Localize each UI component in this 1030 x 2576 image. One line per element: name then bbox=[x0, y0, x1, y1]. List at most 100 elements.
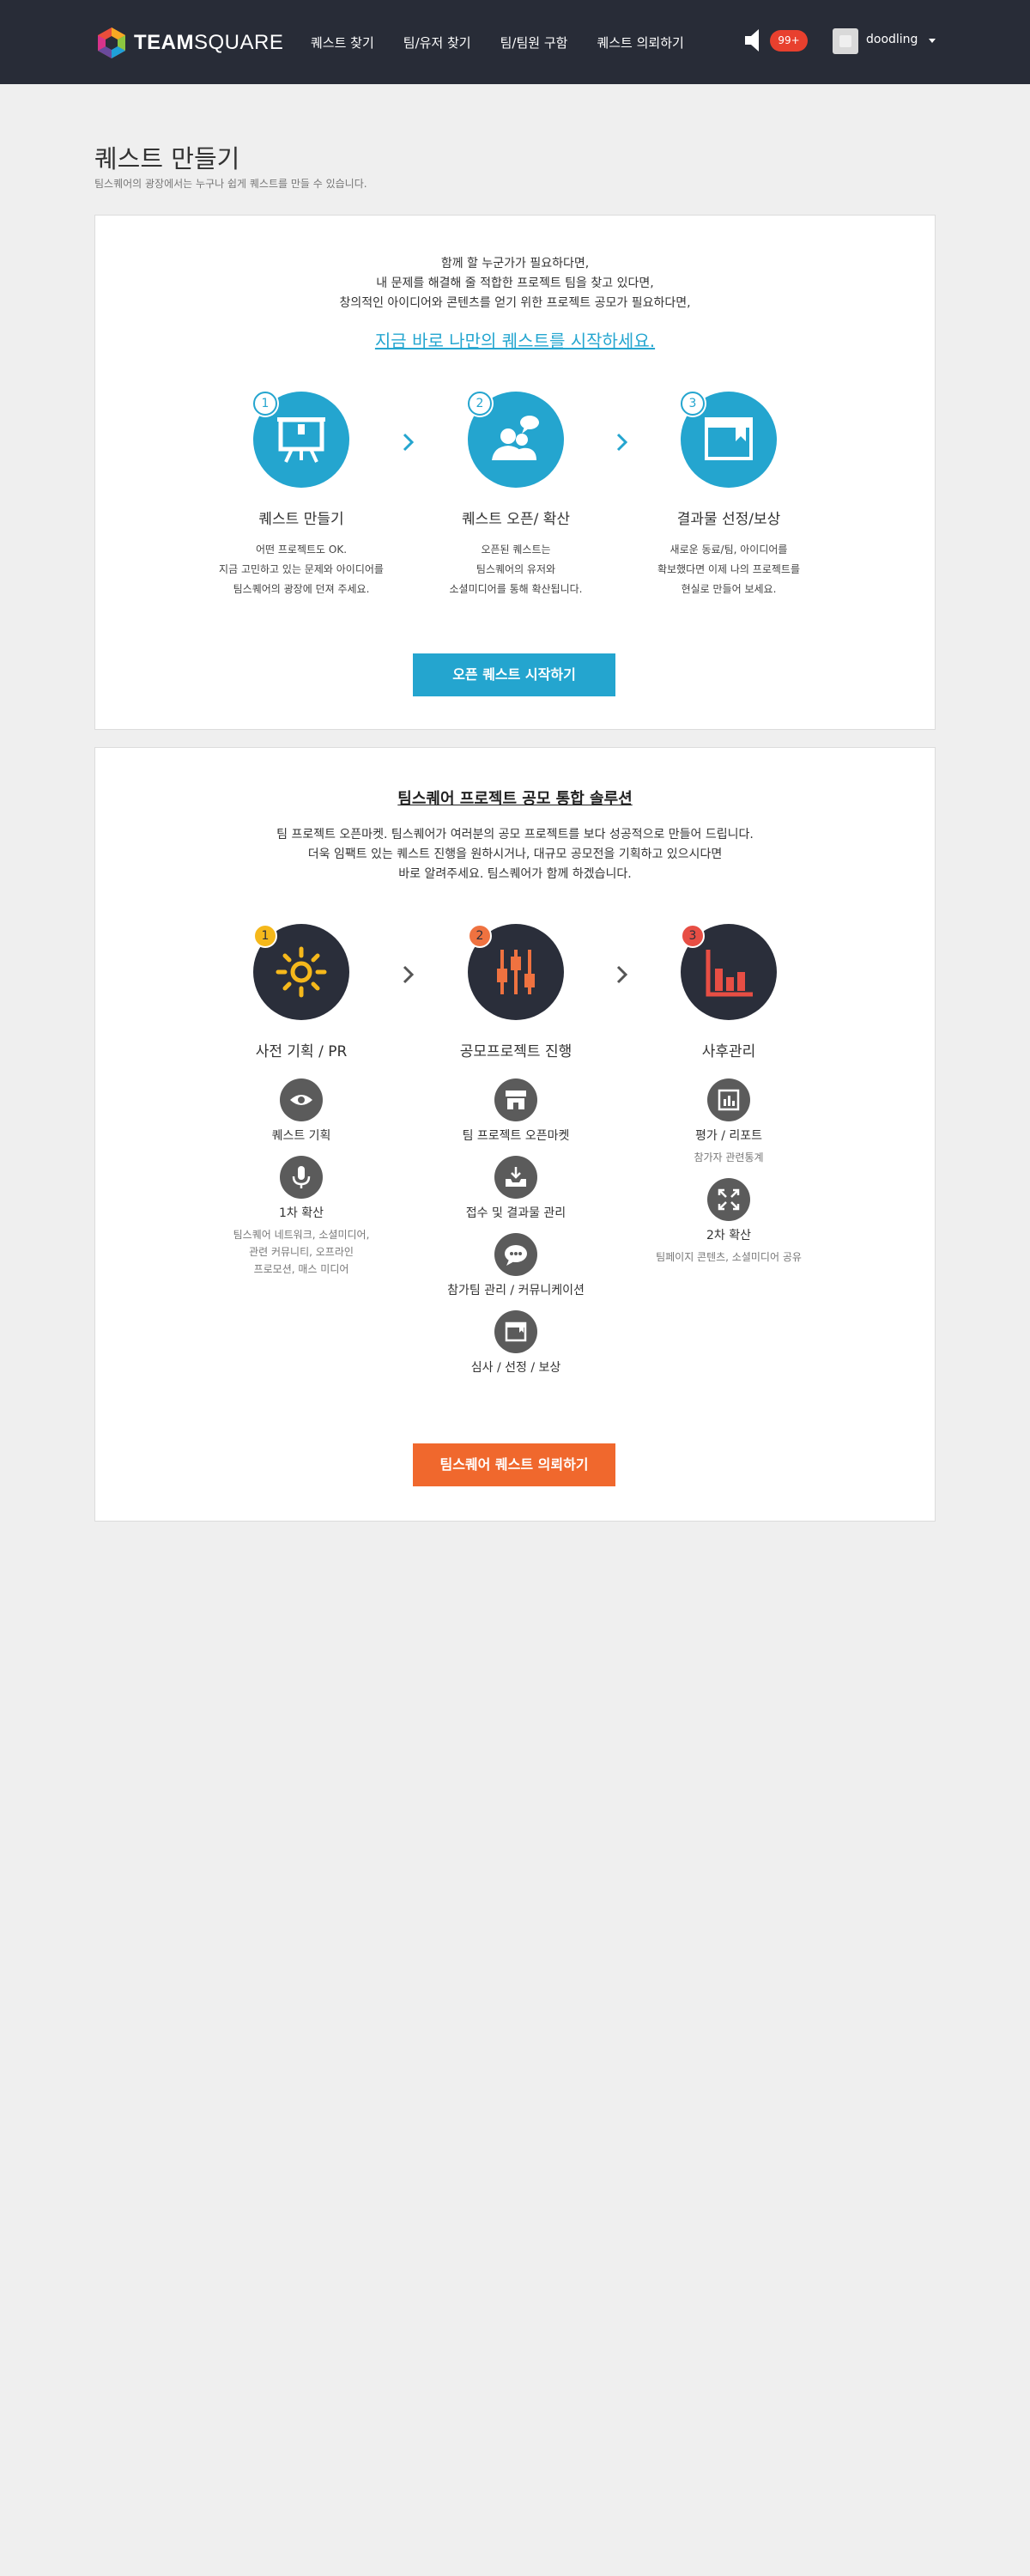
step-description-line: 팀스퀘어의 유저와 bbox=[476, 563, 556, 575]
logo-mark-icon bbox=[98, 27, 125, 58]
item-description: 팀스퀘어 네트워크, 소셜미디어, 관련 커뮤니티, 오프라인 프로모션, 매스… bbox=[190, 1226, 413, 1278]
eye-icon bbox=[290, 1095, 312, 1105]
quest-intro-card: 함께 할 누군가가 필요하다면, 내 문제를 해결해 줄 적합한 프로젝트 팀을… bbox=[94, 215, 936, 730]
intro-line: 창의적인 아이디어와 콘텐츠를 얻기 위한 프로젝트 공모가 필요하다면, bbox=[339, 296, 691, 310]
list-item: 1차 확산 팀스퀘어 네트워크, 소셜미디어, 관련 커뮤니티, 오프라인 프로… bbox=[190, 1156, 413, 1278]
item-label: 퀘스트 기획 bbox=[271, 1129, 331, 1143]
intro-text: 함께 할 누군가가 필요하다면, 내 문제를 해결해 줄 적합한 프로젝트 팀을… bbox=[95, 254, 935, 313]
step-number: 2 bbox=[468, 924, 492, 948]
nav-find-quest[interactable]: 퀘스트 찾기 bbox=[311, 33, 374, 52]
request-quest-button[interactable]: 팀스퀘어 퀘스트 의뢰하기 bbox=[413, 1443, 615, 1486]
speaker-icon[interactable] bbox=[745, 28, 764, 52]
item-description: 참가자 관련통계 bbox=[617, 1149, 840, 1166]
step-description-line: 새로운 동료/팀, 아이디어를 bbox=[670, 544, 788, 556]
step-circle: 2 bbox=[468, 392, 564, 488]
step-title: 사전 기획 / PR bbox=[255, 1043, 348, 1060]
store-icon bbox=[506, 1091, 526, 1109]
nav-request-quest[interactable]: 퀘스트 의뢰하기 bbox=[597, 33, 683, 52]
intro-step-3: 3 결과물 선정/보상 새로운 동료/팀, 아이디어를 확보했다면 이제 나의 … bbox=[617, 392, 840, 599]
list-item: 심사 / 선정 / 보상 bbox=[404, 1310, 627, 1376]
main-nav: 퀘스트 찾기 팀/유저 찾기 팀/팀원 구함 퀘스트 의뢰하기 bbox=[311, 0, 713, 84]
item-description-line: 팀스퀘어 네트워크, 소셜미디어, bbox=[233, 1229, 370, 1241]
step-circle: 1 bbox=[253, 392, 349, 488]
page-title: 퀘스트 만들기 bbox=[94, 144, 240, 173]
notification-badge[interactable]: 99+ bbox=[770, 30, 808, 52]
step-number: 3 bbox=[681, 392, 705, 416]
microphone-icon bbox=[292, 1166, 311, 1188]
intro-step-1: 1 퀘스트 만들기 어떤 프로젝트도 OK. 지금 고민하고 있는 문제와 아이… bbox=[190, 392, 413, 599]
chevron-down-icon[interactable] bbox=[929, 39, 936, 43]
step-title: 퀘스트 오픈/ 확산 bbox=[461, 511, 570, 528]
solution-line: 바로 알려주세요. 팀스퀘어가 함께 하겠습니다. bbox=[398, 867, 632, 881]
step-description-line: 현실로 만들어 보세요. bbox=[681, 583, 777, 595]
step-circle: 3 bbox=[681, 924, 777, 1020]
step-number: 2 bbox=[468, 392, 492, 416]
solution-heading: 팀스퀘어 프로젝트 공모 통합 솔루션 bbox=[397, 790, 633, 808]
step-circle: 1 bbox=[253, 924, 349, 1020]
step-number: 1 bbox=[253, 392, 277, 416]
step-description-line: 확보했다면 이제 나의 프로젝트를 bbox=[657, 563, 800, 575]
pre-planning-column: 퀘스트 기획 1차 확산 팀스퀘어 네트워크, 소셜미디어, 관련 커뮤니티, … bbox=[190, 1078, 413, 1290]
step-circle: 3 bbox=[681, 392, 777, 488]
step-title: 결과물 선정/보상 bbox=[676, 511, 781, 528]
item-label: 심사 / 선정 / 보상 bbox=[470, 1361, 561, 1375]
open-quest-start-button[interactable]: 오픈 퀘스트 시작하기 bbox=[413, 653, 615, 696]
solution-step-1: 1 사전 기획 / PR bbox=[190, 924, 413, 1060]
solution-card: 팀스퀘어 프로젝트 공모 통합 솔루션 팀 프로젝트 오픈마켓. 팀스퀘어가 여… bbox=[94, 747, 936, 1522]
report-icon bbox=[718, 1089, 740, 1111]
step-title: 퀘스트 만들기 bbox=[258, 511, 344, 528]
post-management-column: 평가 / 리포트 참가자 관련통계 2차 확산 팀페이지 콘텐츠, 소셜미디어 … bbox=[617, 1078, 840, 1278]
project-progress-column: 팀 프로젝트 오픈마켓 접수 및 결과물 관리 참가팀 관리 / 커뮤니케이션 … bbox=[404, 1078, 627, 1388]
list-item: 팀 프로젝트 오픈마켓 bbox=[404, 1078, 627, 1144]
step-number: 1 bbox=[253, 924, 277, 948]
page-subtitle: 팀스퀘어의 광장에서는 누구나 쉽게 퀘스트를 만들 수 있습니다. bbox=[94, 178, 367, 190]
brand-bold: TEAM bbox=[134, 31, 194, 54]
intro-line: 내 문제를 해결해 줄 적합한 프로젝트 팀을 찾고 있다면, bbox=[376, 276, 654, 290]
step-number: 3 bbox=[681, 924, 705, 948]
avatar[interactable] bbox=[833, 28, 858, 54]
step-description: 새로운 동료/팀, 아이디어를 확보했다면 이제 나의 프로젝트를 현실로 만들… bbox=[617, 540, 840, 599]
top-navbar: TEAMSQUARE 퀘스트 찾기 팀/유저 찾기 팀/팀원 구함 퀘스트 의뢰… bbox=[0, 0, 1030, 84]
step-description: 오픈된 퀘스트는 팀스퀘어의 유저와 소셜미디어를 통해 확산됩니다. bbox=[404, 540, 627, 599]
step-title: 공모프로젝트 진행 bbox=[459, 1043, 573, 1060]
intro-line: 함께 할 누군가가 필요하다면, bbox=[440, 257, 590, 270]
list-item: 평가 / 리포트 참가자 관련통계 bbox=[617, 1078, 840, 1166]
item-description: 팀페이지 콘텐츠, 소셜미디어 공유 bbox=[617, 1249, 840, 1266]
inbox-icon bbox=[506, 1167, 526, 1187]
item-description-line: 참가자 관련통계 bbox=[694, 1151, 764, 1163]
step-description-line: 지금 고민하고 있는 문제와 아이디어를 bbox=[219, 563, 384, 575]
nav-recruit[interactable]: 팀/팀원 구함 bbox=[500, 33, 568, 52]
list-item: 퀘스트 기획 bbox=[190, 1078, 413, 1144]
username[interactable]: doodling bbox=[866, 33, 918, 46]
solution-line: 팀 프로젝트 오픈마켓. 팀스퀘어가 여러분의 공모 프로젝트를 보다 성공적으… bbox=[276, 828, 754, 841]
item-description-line: 팀페이지 콘텐츠, 소셜미디어 공유 bbox=[656, 1251, 802, 1263]
list-item: 접수 및 결과물 관리 bbox=[404, 1156, 627, 1221]
nav-find-team-user[interactable]: 팀/유저 찾기 bbox=[403, 33, 471, 52]
solution-step-2: 2 공모프로젝트 진행 bbox=[404, 924, 627, 1060]
expand-icon bbox=[718, 1188, 740, 1211]
solution-line: 더욱 임팩트 있는 퀘스트 진행을 원하시거나, 대규모 공모전을 기획하고 있… bbox=[307, 848, 723, 861]
item-label: 평가 / 리포트 bbox=[694, 1129, 763, 1143]
item-description-line: 프로모션, 매스 미디어 bbox=[253, 1263, 349, 1275]
step-description: 어떤 프로젝트도 OK. 지금 고민하고 있는 문제와 아이디어를 팀스퀘어의 … bbox=[190, 540, 413, 599]
list-item: 2차 확산 팀페이지 콘텐츠, 소셜미디어 공유 bbox=[617, 1178, 840, 1266]
start-quest-link[interactable]: 지금 바로 나만의 퀘스트를 시작하세요. bbox=[375, 331, 655, 351]
step-title: 사후관리 bbox=[701, 1043, 756, 1060]
solution-text: 팀 프로젝트 오픈마켓. 팀스퀘어가 여러분의 공모 프로젝트를 보다 성공적으… bbox=[95, 825, 935, 884]
intro-step-2: 2 퀘스트 오픈/ 확산 오픈된 퀘스트는 팀스퀘어의 유저와 소셜미디어를 통… bbox=[404, 392, 627, 599]
item-description-line: 관련 커뮤니티, 오프라인 bbox=[249, 1246, 354, 1258]
chat-bubble-icon bbox=[505, 1245, 527, 1266]
item-label: 2차 확산 bbox=[706, 1229, 751, 1242]
step-description-line: 어떤 프로젝트도 OK. bbox=[255, 544, 348, 556]
step-description-line: 팀스퀘어의 광장에 던져 주세요. bbox=[233, 583, 370, 595]
window-icon bbox=[505, 1321, 527, 1342]
solution-step-3: 3 사후관리 bbox=[617, 924, 840, 1060]
teamsquare-logo[interactable]: TEAMSQUARE bbox=[94, 24, 283, 62]
item-label: 접수 및 결과물 관리 bbox=[465, 1206, 566, 1220]
brand-light: SQUARE bbox=[194, 31, 284, 54]
item-label: 참가팀 관리 / 커뮤니케이션 bbox=[447, 1284, 585, 1297]
item-label: 팀 프로젝트 오픈마켓 bbox=[462, 1129, 570, 1143]
step-description-line: 오픈된 퀘스트는 bbox=[481, 544, 551, 556]
list-item: 참가팀 관리 / 커뮤니케이션 bbox=[404, 1233, 627, 1298]
item-label: 1차 확산 bbox=[279, 1206, 324, 1220]
